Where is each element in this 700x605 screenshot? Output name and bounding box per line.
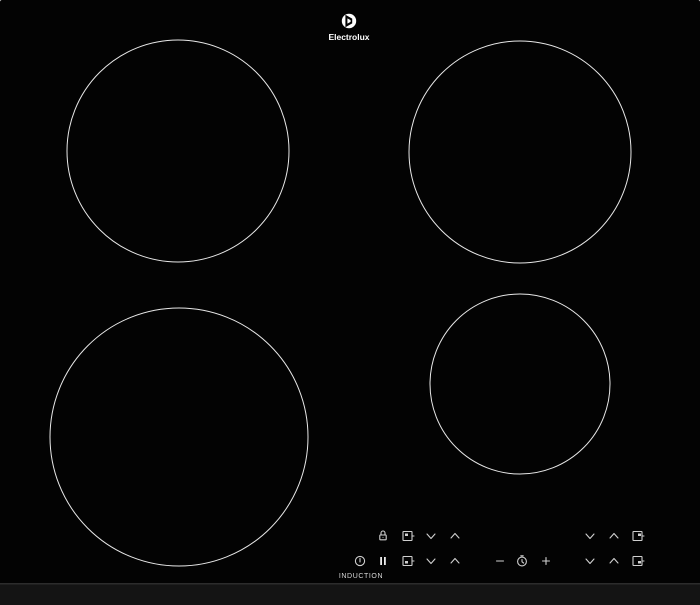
- pause-icon: [380, 557, 382, 565]
- electrolux-logo-icon: [341, 13, 357, 29]
- induction-label: INDUCTION: [339, 573, 383, 580]
- induction-hob: Electrolux INDUCTION: [0, 0, 700, 605]
- glass-surface: [0, 0, 700, 605]
- brand-name: Electrolux: [328, 32, 369, 42]
- front-frame: [0, 584, 700, 605]
- frame-edge: [0, 583, 700, 585]
